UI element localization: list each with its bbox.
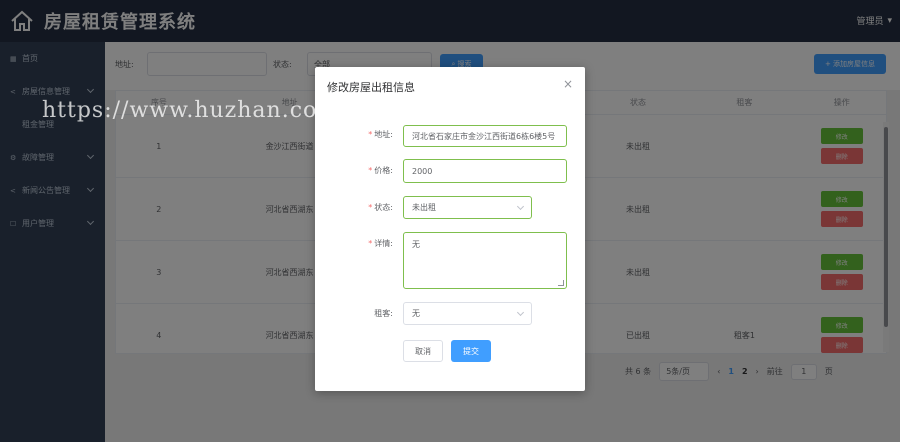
watermark: https://www.huzhan.com/ishop3572 [42,98,473,123]
chevron-down-icon [516,308,525,316]
cancel-button[interactable]: 取消 [403,340,443,362]
close-icon[interactable]: × [563,77,573,91]
address-label: * 地址: [368,130,393,139]
resize-handle-icon[interactable] [558,280,564,286]
price-input[interactable]: 2000 [403,159,567,183]
chevron-down-icon [516,202,525,210]
tenant-select[interactable]: 无 [403,302,532,325]
price-label: * 价格: [368,166,393,175]
status-select[interactable]: 未出租 [403,196,532,219]
dialog-title: 修改房屋出租信息 [327,81,415,94]
address-input[interactable]: 河北省石家庄市金沙江西街道6栋6楼5号 [403,125,567,147]
tenant-label: 租客: [374,309,393,318]
status-label: * 状态: [368,203,393,212]
details-label: * 详情: [368,239,393,248]
details-textarea[interactable]: 无 [403,232,567,289]
submit-button[interactable]: 提交 [451,340,491,362]
